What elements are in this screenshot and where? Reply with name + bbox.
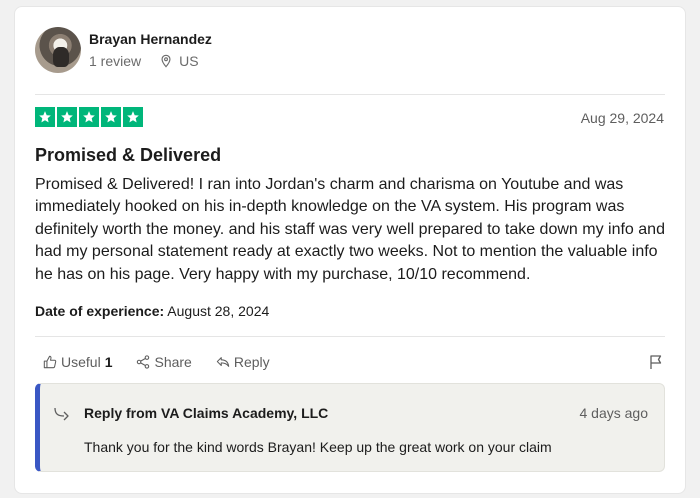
divider xyxy=(35,94,665,95)
star-icon xyxy=(35,107,55,127)
divider xyxy=(35,336,665,337)
reply-from: Reply from VA Claims Academy, LLC xyxy=(84,405,329,421)
reply-icon xyxy=(216,357,230,367)
company-reply: Reply from VA Claims Academy, LLC 4 days… xyxy=(35,383,665,472)
reply-date: 4 days ago xyxy=(579,405,649,421)
reviewer-header[interactable]: Brayan Hernandez 1 review US xyxy=(35,27,212,73)
reply-text: Thank you for the kind words Brayan! Kee… xyxy=(84,439,552,455)
experience-label: Date of experience: xyxy=(35,303,165,319)
star-icon xyxy=(57,107,77,127)
useful-button[interactable]: Useful 1 xyxy=(43,354,112,370)
date-of-experience: Date of experience: August 28, 2024 xyxy=(35,303,269,319)
share-button[interactable]: Share xyxy=(136,354,192,370)
share-label: Share xyxy=(154,354,192,370)
useful-count: 1 xyxy=(104,354,113,370)
location-pin-icon xyxy=(161,54,171,68)
reply-label: Reply xyxy=(233,354,270,370)
review-title: Promised & Delivered xyxy=(35,145,222,165)
reply-arrow-icon xyxy=(54,407,69,421)
review-count: 1 review xyxy=(89,53,142,69)
reviewer-info: Brayan Hernandez 1 review US xyxy=(89,30,212,70)
star-icon xyxy=(123,107,143,127)
star-icon xyxy=(79,107,99,127)
reply-button[interactable]: Reply xyxy=(216,354,270,370)
reviewer-meta: 1 review US xyxy=(89,52,212,70)
flag-icon[interactable] xyxy=(648,354,664,370)
share-icon xyxy=(137,355,150,369)
avatar[interactable] xyxy=(35,27,81,73)
review-date: Aug 29, 2024 xyxy=(580,110,664,126)
experience-date: August 28, 2024 xyxy=(167,303,270,319)
reviewer-name[interactable]: Brayan Hernandez xyxy=(89,30,212,48)
reviewer-country: US xyxy=(179,53,199,69)
useful-label: Useful xyxy=(61,354,101,370)
star-icon xyxy=(101,107,121,127)
review-card: Brayan Hernandez 1 review US Aug 29, 202… xyxy=(14,6,686,494)
review-text: Promised & Delivered! I ran into Jordan'… xyxy=(35,176,665,283)
review-actions: Useful 1 Share Reply xyxy=(43,354,294,370)
star-rating xyxy=(35,107,145,127)
thumbs-up-icon xyxy=(43,355,57,369)
